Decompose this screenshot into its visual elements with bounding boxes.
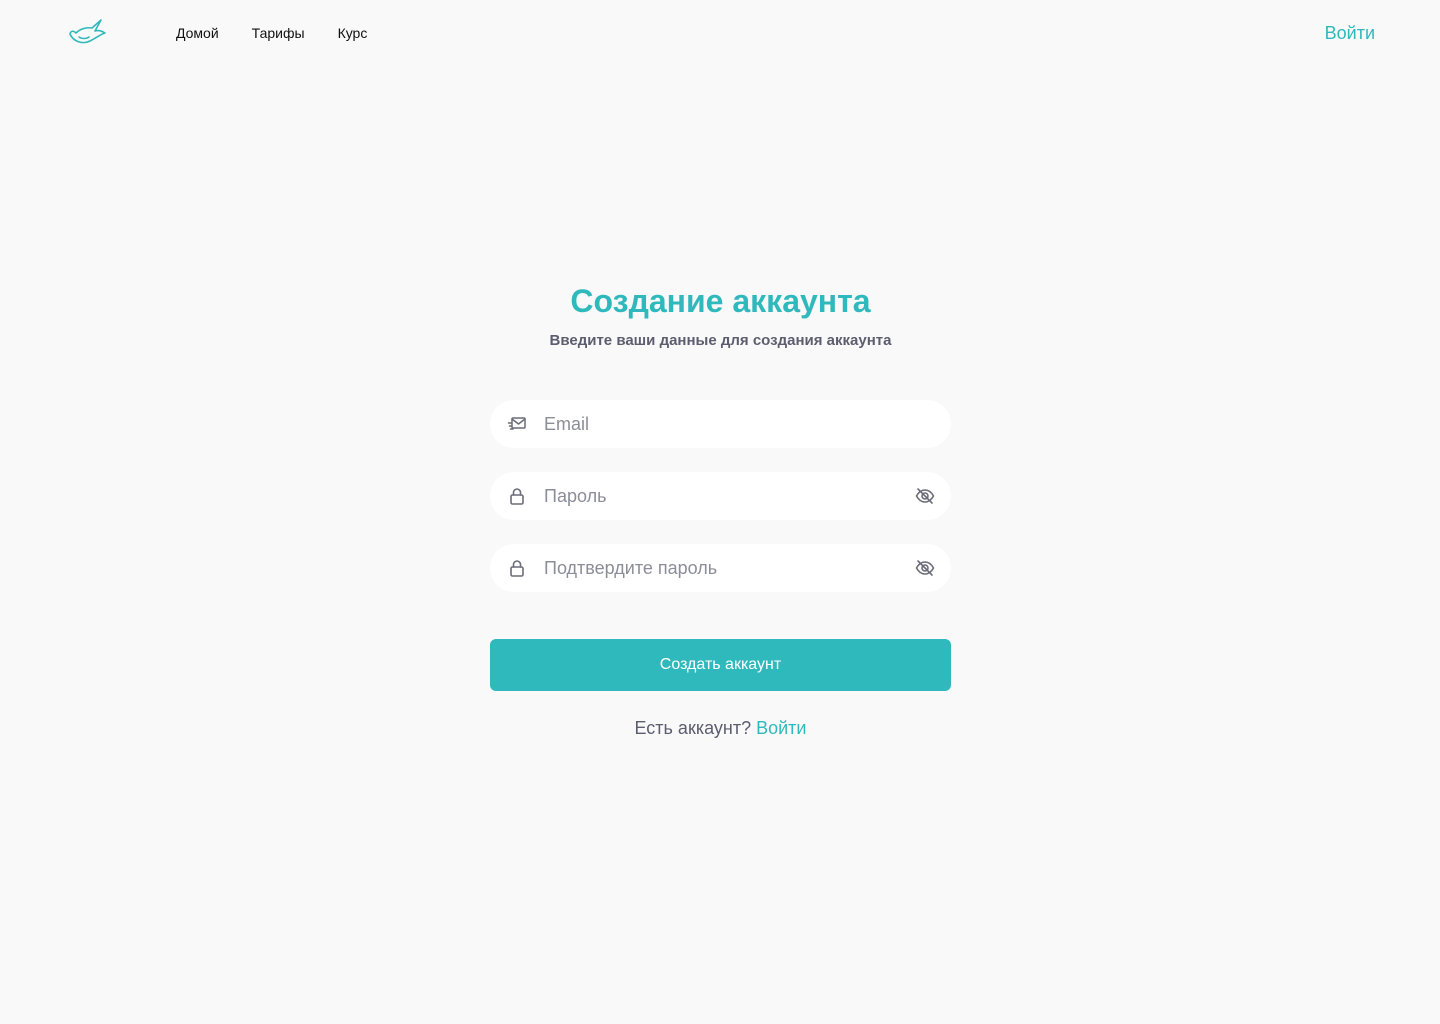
nav-item-course[interactable]: Курс xyxy=(338,24,368,42)
email-field-container xyxy=(490,400,951,448)
confirm-password-input[interactable] xyxy=(544,544,904,592)
password-input[interactable] xyxy=(544,472,904,520)
mail-icon xyxy=(507,414,527,434)
page-subtitle: Введите ваши данные для создания аккаунт… xyxy=(549,332,892,349)
lock-icon xyxy=(507,486,527,506)
email-input[interactable] xyxy=(544,400,904,448)
has-account-line: Есть аккаунт? Войти xyxy=(490,716,951,740)
nav-item-home[interactable]: Домой xyxy=(176,24,219,42)
bird-logo-icon[interactable] xyxy=(68,17,108,47)
create-account-button[interactable]: Создать аккаунт xyxy=(490,639,951,691)
password-field-container xyxy=(490,472,951,520)
header: Домой Тарифы Курс Войти xyxy=(0,0,1440,64)
eye-off-icon[interactable] xyxy=(915,558,935,578)
lock-icon xyxy=(507,558,527,578)
eye-off-icon[interactable] xyxy=(915,486,935,506)
main-nav: Домой Тарифы Курс xyxy=(176,24,367,42)
confirm-password-field-container xyxy=(490,544,951,592)
login-link[interactable]: Войти xyxy=(756,718,806,738)
header-login-link[interactable]: Войти xyxy=(1325,21,1375,45)
nav-item-pricing[interactable]: Тарифы xyxy=(252,24,305,42)
has-account-text: Есть аккаунт? xyxy=(634,718,752,738)
page-title: Создание аккаунта xyxy=(570,283,871,319)
signup-form: Создание аккаунта Введите ваши данные дл… xyxy=(490,280,951,740)
